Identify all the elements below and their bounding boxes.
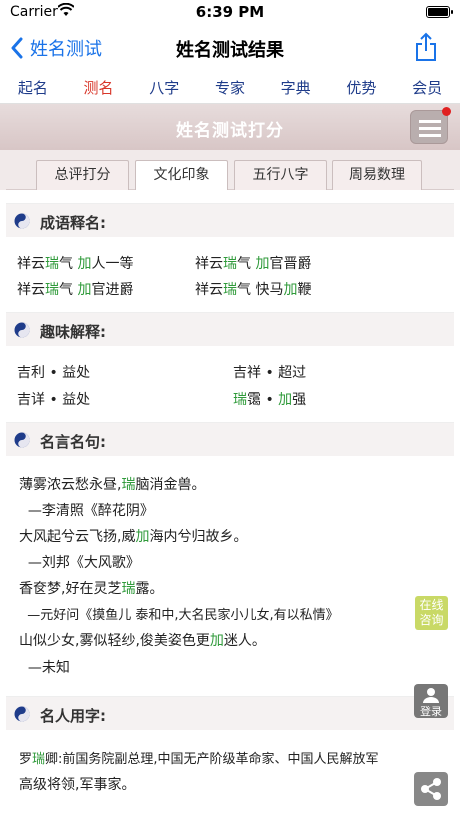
online-consult-button[interactable]: 在线咨询: [415, 596, 448, 630]
fun-item: 瑞霭 • 加强: [233, 392, 307, 408]
yinyang-icon: [14, 213, 30, 229]
fun-item: 吉祥 • 超过: [233, 365, 307, 381]
status-bar: Carrier 6:39 PM: [0, 0, 460, 26]
quote-author: —刘邦《大风歌》: [19, 555, 140, 571]
tab-ceming[interactable]: 测名: [84, 77, 114, 98]
idiom-item: 祥云瑞气 加人一等: [17, 256, 134, 272]
idiom-item: 祥云瑞气 快马加鞭: [195, 282, 312, 298]
page-title: 姓名测试结果: [176, 40, 284, 61]
section-header-celebrity: 名人用字:: [6, 696, 454, 730]
yinyang-icon: [14, 706, 30, 722]
idiom-item: 祥云瑞气 加官进爵: [17, 282, 134, 298]
quote-author: —元好问《摸鱼儿 泰和中,大名民家小儿女,有以私情》: [19, 608, 339, 623]
main-tab-bar: 起名 测名 八字 专家 字典 优势 会员: [0, 72, 460, 104]
tab-youshi[interactable]: 优势: [346, 77, 376, 98]
section-title: 名言名句:: [40, 433, 106, 451]
notification-dot: [442, 107, 451, 116]
section-title: 名人用字:: [40, 707, 106, 725]
menu-button[interactable]: [410, 107, 451, 144]
tab-zhuanjia[interactable]: 专家: [215, 77, 245, 98]
subtab-wuxing[interactable]: 五行八字: [234, 160, 327, 190]
banner-title: 姓名测试打分: [176, 121, 284, 141]
fun-item: 吉详 • 益处: [17, 392, 91, 408]
yinyang-icon: [14, 322, 30, 338]
quote-line: 香奁梦,好在灵芝瑞露。: [19, 581, 164, 597]
quote-line: 大风起兮云飞扬,威加海内兮归故乡。: [19, 529, 248, 545]
sub-tab-bar: 总评打分 文化印象 五行八字 周易数理: [0, 150, 460, 190]
user-icon: [423, 688, 439, 703]
battery-icon: [426, 6, 453, 18]
menu-icon: [419, 120, 441, 123]
share-nodes-icon: [421, 778, 441, 800]
section-header-fun: 趣味解释:: [6, 312, 454, 346]
fun-item: 吉利 • 益处: [17, 365, 91, 381]
tab-zidian[interactable]: 字典: [281, 77, 311, 98]
quote-author: —李清照《醉花阴》: [19, 503, 154, 519]
section-title: 趣味解释:: [40, 323, 106, 341]
tab-qiming[interactable]: 起名: [18, 77, 48, 98]
section-header-idiom: 成语释名:: [6, 203, 454, 237]
online-consult-label: 在线咨询: [419, 598, 444, 627]
share-button[interactable]: [414, 772, 448, 806]
result-content: 成语释名: 祥云瑞气 加人一等 祥云瑞气 加官晋爵 祥云瑞气 加官进爵 祥云瑞气…: [6, 191, 454, 818]
yinyang-icon: [14, 432, 30, 448]
tab-huiyuan[interactable]: 会员: [412, 77, 442, 98]
section-banner: 姓名测试打分: [0, 104, 460, 150]
quote-author: —未知: [19, 660, 70, 676]
subtab-zhouyi[interactable]: 周易数理: [332, 160, 422, 190]
quote-line: 山似少女,雾似轻纱,俊美姿色更加迷人。: [19, 633, 266, 649]
quote-line: 薄雾浓云愁永昼,瑞脑消金兽。: [19, 477, 206, 493]
status-time: 6:39 PM: [195, 3, 265, 21]
navigation-bar: 姓名测试 姓名测试结果: [0, 26, 460, 70]
celebrity-line: 高级将领,军事家。: [19, 777, 136, 793]
share-icon[interactable]: [414, 32, 438, 62]
section-title: 成语释名:: [40, 214, 106, 232]
tab-bazi[interactable]: 八字: [149, 77, 179, 98]
celebrity-line: 罗瑞卿:前国务院副总理,中国无产阶级革命家、中国人民解放军: [19, 752, 379, 767]
subtab-zongping[interactable]: 总评打分: [36, 160, 129, 190]
section-header-quotes: 名言名句:: [6, 422, 454, 456]
login-label: 登录: [420, 705, 442, 718]
login-button[interactable]: 登录: [414, 684, 448, 718]
subtab-wenhua[interactable]: 文化印象: [135, 160, 228, 190]
idiom-item: 祥云瑞气 加官晋爵: [195, 256, 312, 272]
